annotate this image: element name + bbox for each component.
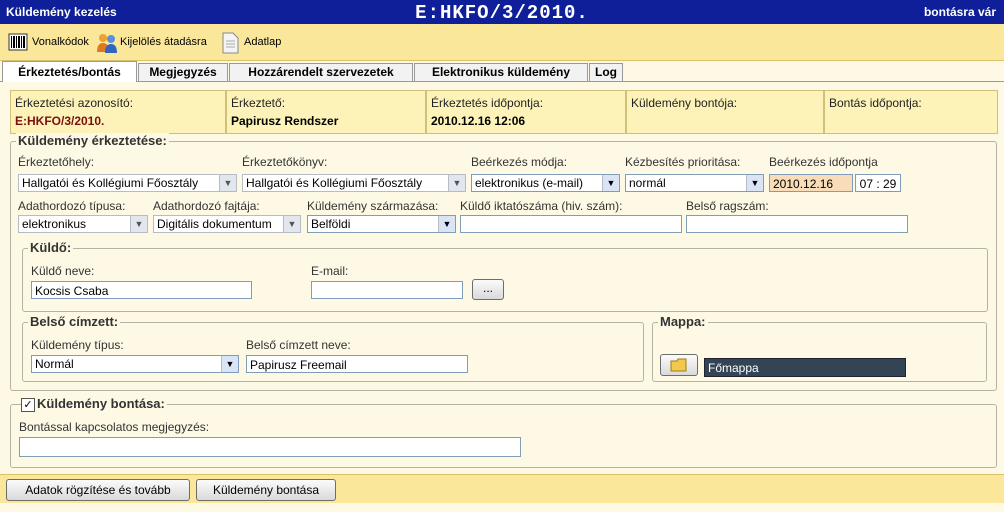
status-text: bontásra vár [923, 5, 996, 19]
chevron-down-icon: ▼ [221, 356, 238, 372]
carrier-type-select[interactable]: elektronikus ▼ [18, 215, 148, 233]
sender-legend: Küldő: [28, 240, 74, 255]
carrier-type-value: elektronikus [22, 217, 87, 231]
internal-ref-label: Belső ragszám: [686, 199, 769, 213]
opening-fieldset [10, 404, 997, 468]
action-bar: Adatok rögzítése és tovább Küldemény bon… [0, 474, 1004, 503]
info-label: Érkeztetési azonosító: [15, 96, 134, 110]
tab-electronic[interactable]: Elektronikus küldemény [414, 63, 588, 81]
time-input[interactable]: 07 : 29 [855, 174, 901, 192]
arrival-legend: Küldemény érkeztetése: [16, 133, 169, 148]
users-icon [96, 32, 117, 53]
opening-note-label: Bontással kapcsolatos megjegyzés: [19, 420, 210, 434]
sender-name-label: Küldő neve: [31, 264, 95, 278]
chevron-down-icon: ▼ [219, 175, 236, 191]
document-icon [220, 32, 240, 54]
tab-bar: Érkeztetés/bontás Megjegyzés Hozzárendel… [0, 61, 1004, 82]
opening-checkbox[interactable]: ✓ [21, 398, 35, 412]
document-id-title: E:HKFO/3/2010. [415, 2, 589, 24]
folder-icon [670, 358, 688, 375]
recipient-name-input[interactable]: Papirusz Freemail [246, 355, 468, 373]
book-label: Érkeztetőkönyv: [242, 155, 328, 169]
date-input[interactable]: 2010.12.16 [769, 174, 853, 192]
browse-button[interactable]: ... [472, 279, 504, 300]
recipient-type-value: Normál [35, 357, 74, 371]
recipient-type-select[interactable]: Normál ▼ [31, 355, 239, 373]
carrier-kind-label: Adathordozó fajtája: [153, 199, 260, 213]
origin-value: Belföldi [311, 217, 351, 231]
datasheet-label: Adatlap [244, 36, 282, 48]
book-value: Hallgatói és Kollégiumi Főosztály [246, 176, 423, 190]
carrier-kind-select[interactable]: Digitális dokumentum ▼ [153, 215, 301, 233]
info-value: E:HKFO/3/2010. [15, 114, 105, 128]
sender-ref-label: Küldő iktatószáma (hiv. szám): [460, 199, 623, 213]
email-input[interactable] [311, 281, 463, 299]
toolbar: Vonalkódok Kijelölés átadásra Adatlap [0, 24, 1004, 61]
info-label: Küldemény bontója: [631, 96, 738, 110]
recipient-name-label: Belső címzett neve: [246, 338, 351, 352]
sender-ref-input[interactable] [460, 215, 682, 233]
book-select[interactable]: Hallgatói és Kollégiumi Főosztály ▼ [242, 174, 466, 192]
mode-select[interactable]: elektronikus (e-mail) ▼ [471, 174, 620, 192]
open-shipment-button[interactable]: Küldemény bontása [196, 479, 336, 501]
place-value: Hallgatói és Kollégiumi Főosztály [22, 176, 199, 190]
mode-label: Beérkezés módja: [471, 155, 568, 169]
tab-notes[interactable]: Megjegyzés [138, 63, 228, 81]
priority-select[interactable]: normál ▼ [625, 174, 764, 192]
folder-value: Főmappa [704, 358, 906, 377]
info-value: Papirusz Rendszer [231, 114, 339, 128]
opening-label: Küldemény bontása: [35, 396, 167, 411]
title-bar: Küldemény kezelés E:HKFO/3/2010. bontásr… [0, 0, 1004, 24]
barcode-label: Vonalkódok [32, 36, 89, 48]
chevron-down-icon: ▼ [130, 216, 147, 232]
tab-log[interactable]: Log [589, 63, 623, 81]
carrier-kind-value: Digitális dokumentum [157, 217, 272, 231]
chevron-down-icon: ▼ [746, 175, 763, 191]
info-value: 2010.12.16 12:06 [431, 114, 526, 128]
tab-arrival[interactable]: Érkeztetés/bontás [2, 61, 137, 82]
info-label: Érkeztetés időpontja: [431, 96, 544, 110]
save-continue-button[interactable]: Adatok rögzítése és tovább [6, 479, 190, 501]
mode-value: elektronikus (e-mail) [475, 176, 584, 190]
time-label: Beérkezés időpontja [769, 155, 878, 169]
datasheet-button[interactable]: Adatlap [220, 30, 281, 54]
opening-note-input[interactable] [19, 437, 521, 457]
sender-fieldset [22, 248, 988, 312]
internal-ref-input[interactable] [686, 215, 908, 233]
origin-label: Küldemény származása: [307, 199, 439, 213]
email-label: E-mail: [311, 264, 349, 278]
place-select[interactable]: Hallgatói és Kollégiumi Főosztály ▼ [18, 174, 237, 192]
recipient-legend: Belső címzett: [28, 314, 121, 329]
info-open-time: Bontás időpontja: [824, 90, 998, 134]
info-opener: Küldemény bontója: [626, 90, 824, 134]
info-arrival-time: Érkeztetés időpontja: 2010.12.16 12:06 [426, 90, 626, 134]
info-label: Érkeztető: [231, 96, 286, 110]
recipient-type-label: Küldemény típus: [31, 338, 124, 352]
priority-label: Kézbesítés prioritása: [625, 155, 741, 169]
tab-organizations[interactable]: Hozzárendelt szervezetek [229, 63, 413, 81]
info-arrival-id: Érkeztetési azonosító: E:HKFO/3/2010. [10, 90, 226, 134]
chevron-down-icon: ▼ [602, 175, 619, 191]
assign-button[interactable]: Kijelölés átadásra [96, 30, 207, 54]
assign-label: Kijelölés átadásra [120, 36, 207, 48]
info-label: Bontás időpontja: [829, 96, 922, 110]
sender-name-input[interactable]: Kocsis Csaba [31, 281, 252, 299]
barcode-icon [8, 32, 28, 52]
folder-legend: Mappa: [658, 314, 708, 329]
priority-value: normál [629, 176, 666, 190]
info-registrar: Érkeztető: Papirusz Rendszer [226, 90, 426, 134]
recipient-fieldset [22, 322, 644, 382]
barcode-button[interactable]: Vonalkódok [8, 30, 89, 54]
place-label: Érkeztetőhely: [18, 155, 95, 169]
chevron-down-icon: ▼ [448, 175, 465, 191]
chevron-down-icon: ▼ [283, 216, 300, 232]
chevron-down-icon: ▼ [438, 216, 455, 232]
origin-select[interactable]: Belföldi ▼ [307, 215, 456, 233]
folder-button[interactable] [660, 354, 698, 376]
carrier-type-label: Adathordozó típusa: [18, 199, 126, 213]
